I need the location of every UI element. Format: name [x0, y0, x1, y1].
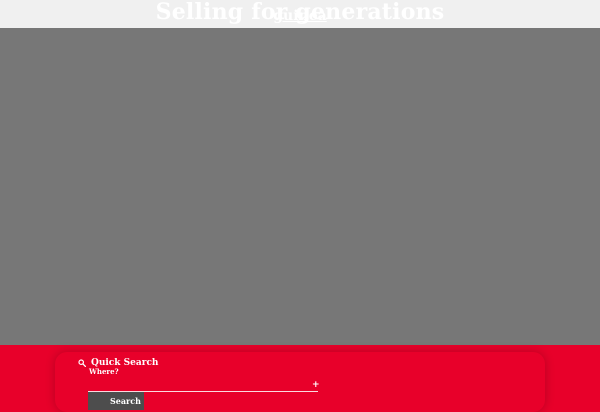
plus-icon[interactable]: +: [312, 381, 320, 390]
where-label: Where?: [89, 367, 119, 376]
where-input[interactable]: [88, 378, 318, 392]
search-button[interactable]: Search: [88, 392, 144, 410]
top-bar: [0, 0, 600, 28]
hero-banner: [0, 28, 600, 345]
search-icon: [78, 359, 87, 368]
quick-search-panel: Quick Search Where? + Search: [55, 352, 545, 412]
